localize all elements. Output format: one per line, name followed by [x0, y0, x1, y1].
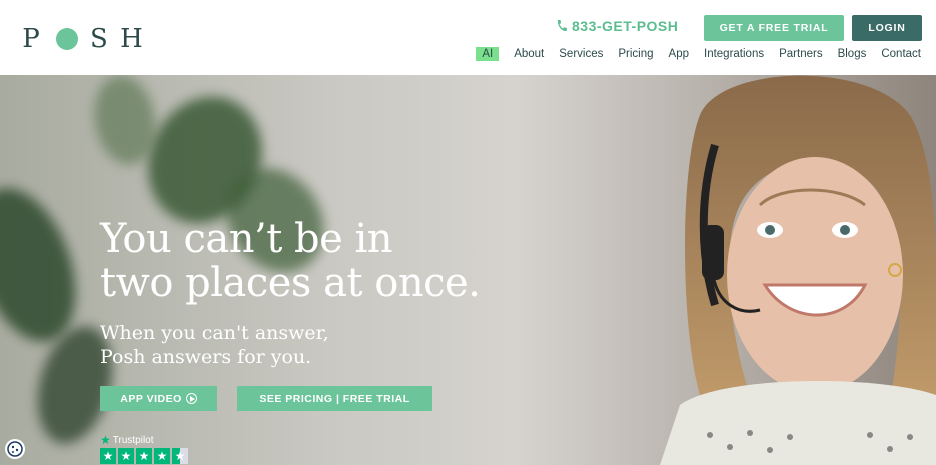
logo-letters-sh: S H	[90, 24, 145, 54]
rating-star-icon: ★	[100, 448, 116, 464]
subheadline-line: When you can't answer,	[100, 322, 329, 344]
trustpilot-widget[interactable]: ★ Trustpilot	[100, 433, 154, 447]
logo-letter-p: P	[22, 24, 42, 54]
nav-item-blogs[interactable]: Blogs	[838, 48, 867, 60]
logo-dot	[56, 28, 78, 50]
cookie-icon	[7, 441, 23, 457]
headline-line: two places at once.	[100, 260, 481, 306]
login-button[interactable]: LOGIN	[852, 15, 922, 41]
subheadline-line: Posh answers for you.	[100, 346, 312, 368]
cookie-settings-button[interactable]	[5, 439, 25, 459]
hero-headline: You can’t be in two places at once.	[100, 216, 481, 306]
nav-item-contact[interactable]: Contact	[881, 48, 921, 60]
headline-line: You can’t be in	[100, 216, 393, 262]
app-video-button[interactable]: APP VIDEO	[100, 386, 217, 411]
nav-item-pricing[interactable]: Pricing	[618, 48, 653, 60]
rating-star-icon: ★	[118, 448, 134, 464]
play-icon	[185, 393, 197, 404]
nav-item-services[interactable]: Services	[559, 48, 603, 60]
trustpilot-star-icon: ★	[100, 433, 111, 447]
nav-item-ai[interactable]: AI	[476, 47, 500, 61]
free-trial-button[interactable]: GET A FREE TRIAL	[704, 15, 844, 41]
posh-logo[interactable]: P S H	[20, 24, 145, 54]
nav-item-app[interactable]: App	[669, 48, 689, 60]
phone-icon	[557, 20, 567, 32]
hero-person-image	[660, 75, 936, 465]
hero-subheadline: When you can't answer, Posh answers for …	[100, 321, 329, 369]
hero-banner: You can’t be in two places at once. When…	[0, 75, 936, 465]
nav-item-integrations[interactable]: Integrations	[704, 48, 764, 60]
trustpilot-rating-stars: ★ ★ ★ ★ ★	[100, 448, 188, 464]
main-nav: AI About Services Pricing App Integratio…	[461, 47, 921, 61]
nav-item-about[interactable]: About	[514, 48, 544, 60]
phone-number: 833-GET-POSH	[572, 18, 679, 34]
phone-link[interactable]: 833-GET-POSH	[556, 18, 678, 34]
rating-star-icon: ★	[136, 448, 152, 464]
rating-star-half-icon: ★	[172, 448, 188, 464]
site-header: P S H 833-GET-POSH GET A FREE TRIAL LOGI…	[0, 0, 936, 75]
see-pricing-button[interactable]: SEE PRICING | FREE TRIAL	[237, 386, 432, 411]
trustpilot-label: Trustpilot	[112, 434, 154, 446]
app-video-label: APP VIDEO	[120, 392, 182, 405]
rating-star-icon: ★	[154, 448, 170, 464]
nav-item-partners[interactable]: Partners	[779, 48, 822, 60]
